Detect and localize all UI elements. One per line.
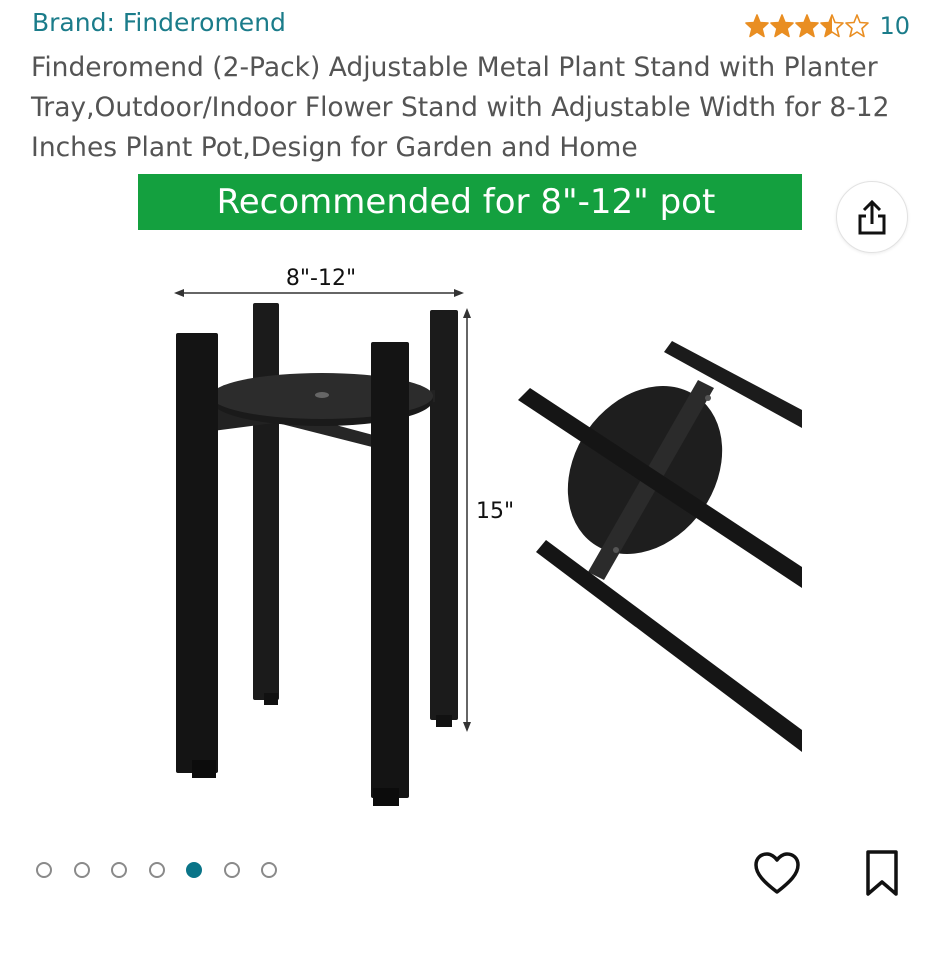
image-carousel-indicator[interactable] [36,862,277,878]
star-icon [770,14,795,38]
share-button[interactable] [836,181,908,253]
like-button[interactable] [752,850,802,900]
bookmark-icon [866,850,898,896]
star-rating [745,14,870,38]
carousel-dot[interactable] [223,862,240,878]
product-photo: Recommended for 8"-12" pot 8"-12" 15" [138,174,802,806]
product-title: Finderomend (2-Pack) Adjustable Metal Pl… [31,52,890,163]
heart-icon [754,852,800,894]
rating-count[interactable]: 10 [879,12,910,40]
brand-link[interactable]: Brand: Finderomend [32,8,286,37]
star-icon [795,14,820,38]
share-icon [858,199,886,235]
height-dimension-label: 15" [476,499,514,524]
carousel-dot-active[interactable] [186,862,202,878]
carousel-dot[interactable] [73,862,90,878]
star-icon [845,14,870,38]
star-icon [745,14,770,38]
carousel-dot[interactable] [36,862,52,878]
product-image[interactable]: Recommended for 8"-12" pot 8"-12" 15" [0,170,940,830]
carousel-dot[interactable] [148,862,165,878]
banner-text: Recommended for 8"-12" pot [217,182,716,222]
carousel-dot[interactable] [111,862,127,878]
width-dimension-label: 8"-12" [286,266,356,291]
save-button[interactable] [860,848,904,902]
carousel-dot[interactable] [261,862,277,878]
rating-summary[interactable]: 10 [745,12,910,40]
star-icon [820,14,845,38]
